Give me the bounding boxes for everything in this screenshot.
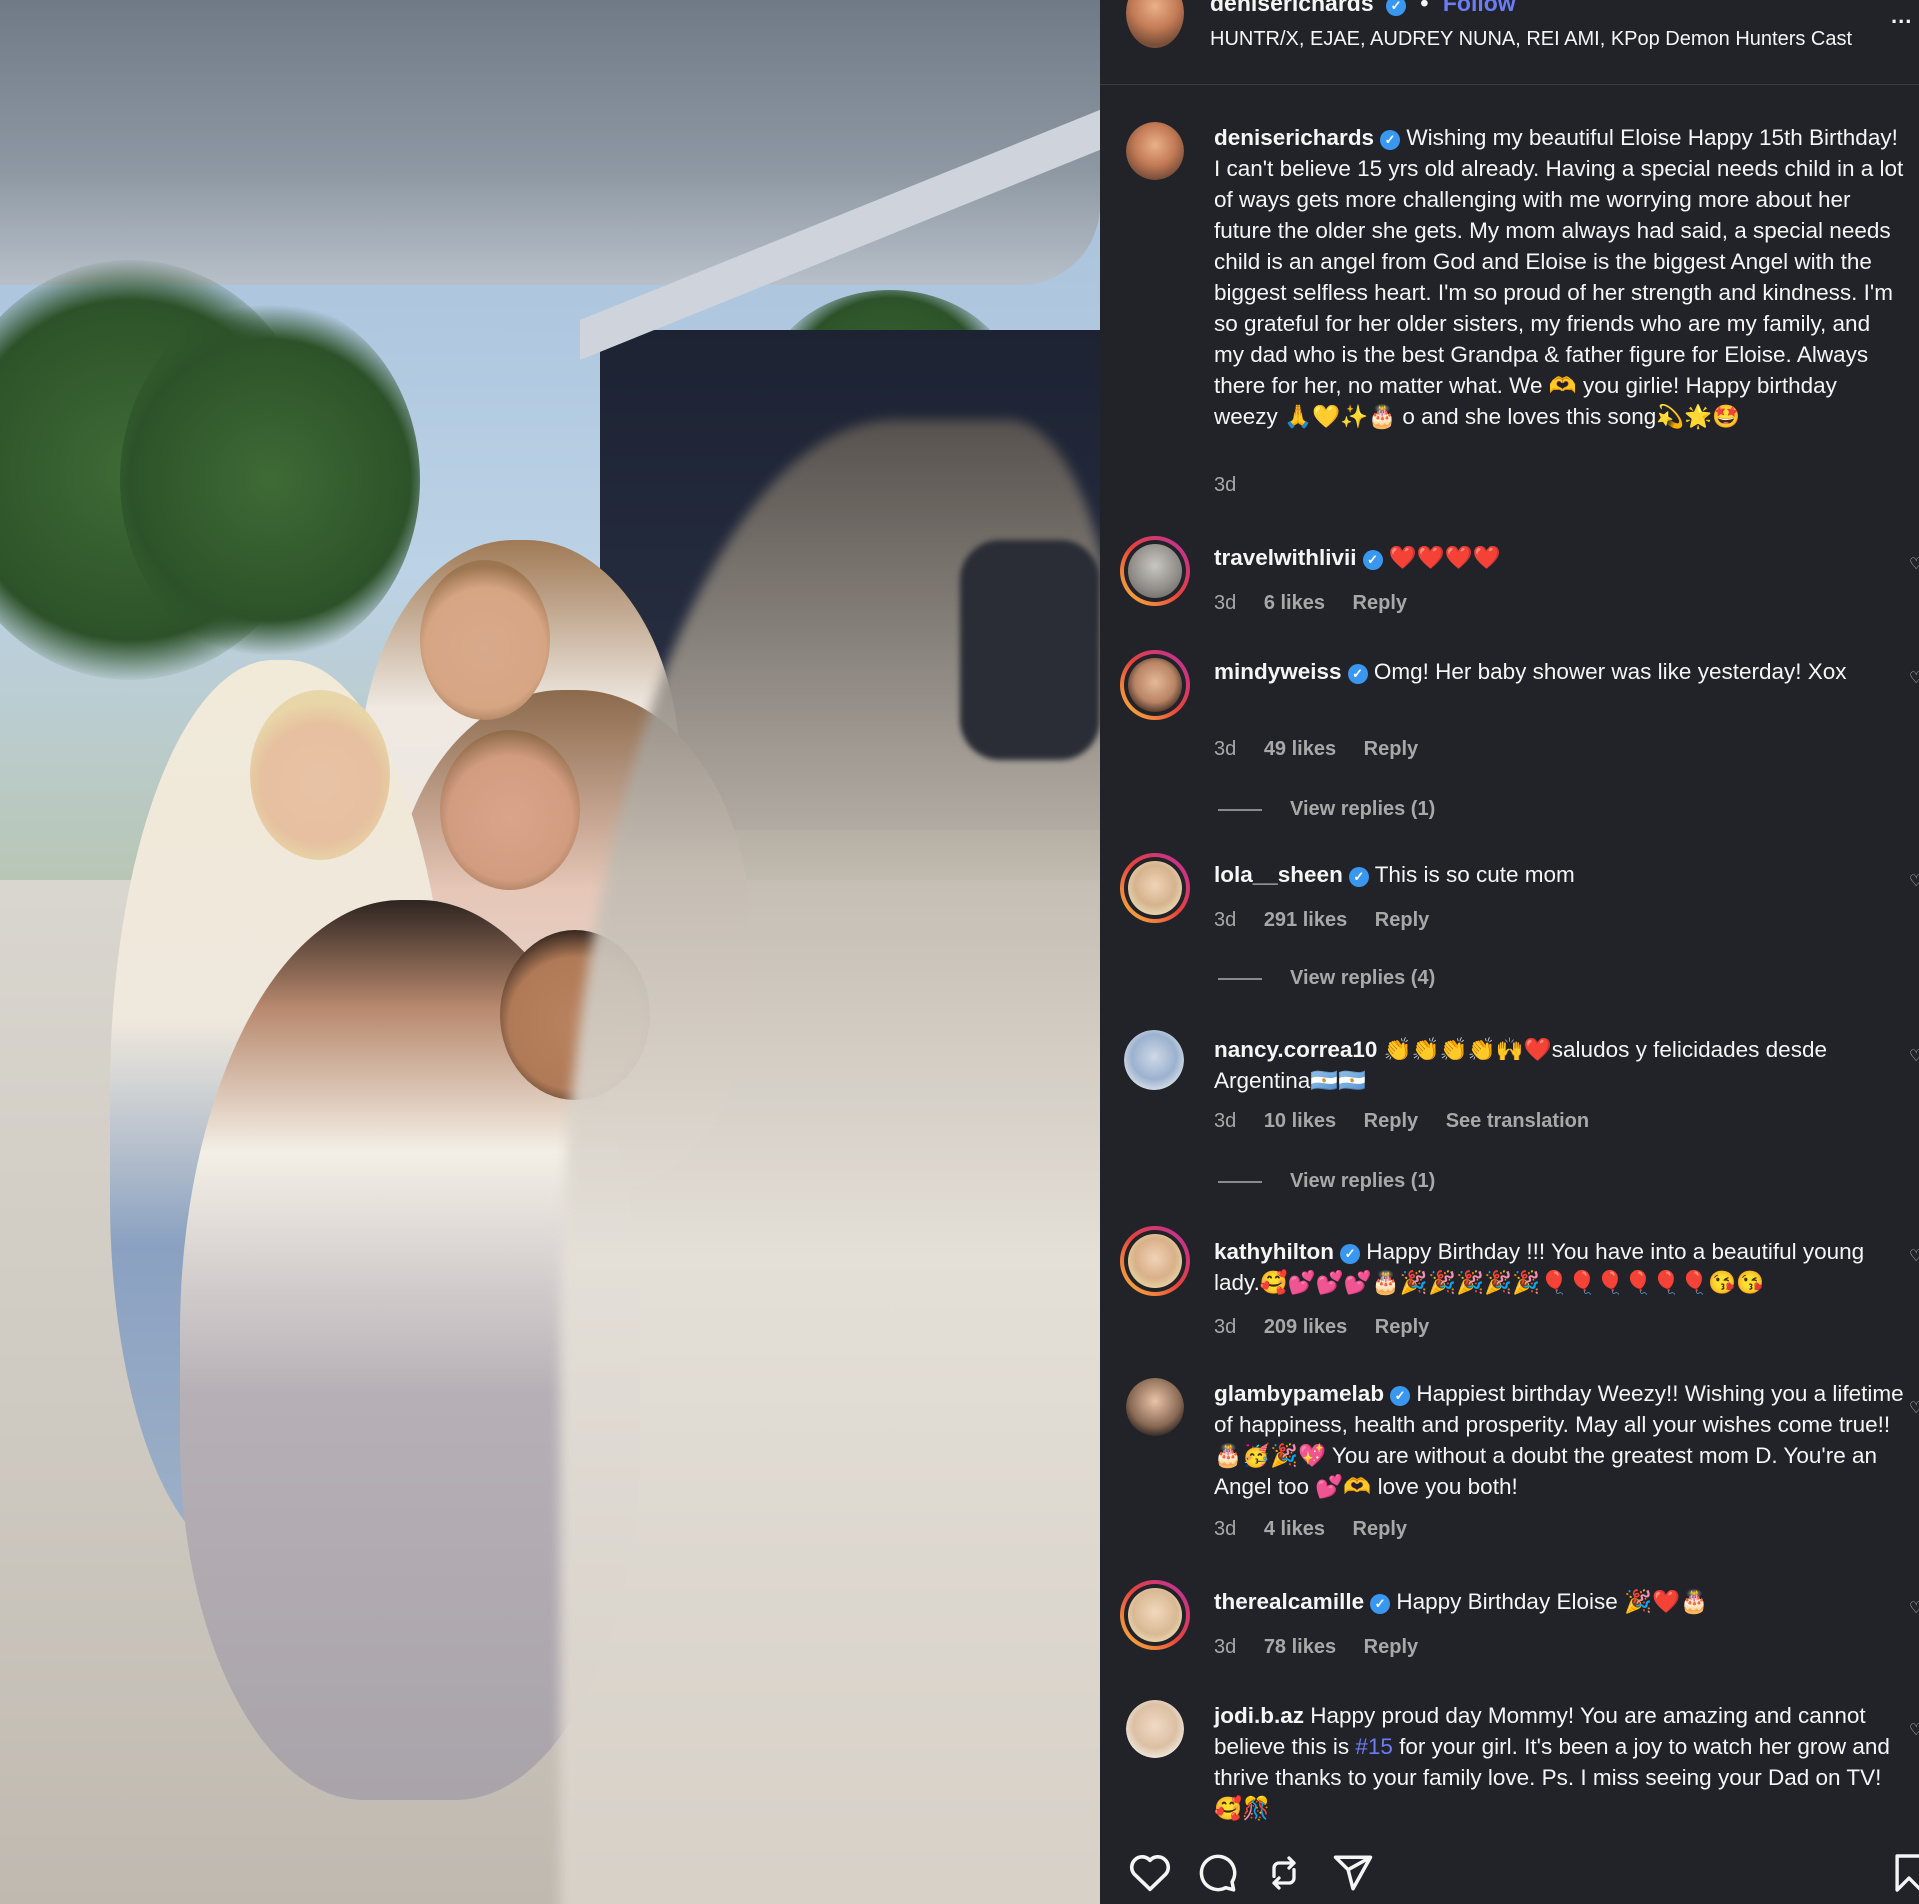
commenter-username[interactable]: lola__sheen [1214,862,1343,887]
caption-avatar[interactable] [1126,122,1184,180]
follow-button[interactable]: Follow [1443,0,1516,16]
heart-icon[interactable]: ♡ [1909,1046,1919,1065]
photo-face [440,730,580,890]
caption-text: Wishing my beautiful Eloise Happy 15th B… [1214,125,1904,429]
post-action-bar [1100,1840,1919,1904]
commenter-avatar[interactable] [1126,1378,1184,1436]
reply-button[interactable]: Reply [1375,1316,1429,1338]
comment-time: 3d [1214,592,1237,614]
heart-icon[interactable]: ♡ [1909,1720,1919,1739]
reply-button[interactable]: Reply [1364,1110,1418,1132]
comment-time: 3d [1214,1518,1237,1540]
heart-icon[interactable]: ♡ [1909,1598,1919,1617]
verified-badge-icon: ✓ [1348,867,1369,887]
commenter-avatar[interactable] [1120,536,1190,606]
more-options-icon[interactable]: ... [1891,4,1919,28]
comment-likes[interactable]: 4 likes [1264,1518,1325,1540]
hashtag-link[interactable]: #15 [1355,1734,1393,1759]
heart-icon[interactable] [1128,1852,1172,1892]
photo-face [420,560,550,720]
comment-text: Omg! Her baby shower was like yesterday!… [1373,659,1847,684]
commenter-username[interactable]: mindyweiss [1214,659,1342,684]
verified-badge-icon: ✓ [1362,550,1383,570]
comment-text: Happy Birthday Eloise 🎉❤️🎂 [1396,1589,1709,1614]
music-attribution[interactable]: HUNTR/X, EJAE, AUDREY NUNA, REI AMI, KPo… [1210,28,1870,51]
heart-icon[interactable]: ♡ [1909,1398,1919,1417]
commenter-avatar[interactable] [1120,1226,1190,1296]
caption-time: 3d [1214,474,1237,496]
comment-likes[interactable]: 291 likes [1264,909,1347,931]
separator-dot: • [1420,0,1429,16]
commenter-username[interactable]: travelwithlivii [1214,545,1357,570]
see-translation-button[interactable]: See translation [1446,1110,1589,1132]
post-photo[interactable] [0,0,1100,1904]
verified-badge-icon: ✓ [1340,1244,1361,1264]
commenter-username[interactable]: kathyhilton [1214,1239,1334,1264]
view-replies-button[interactable]: View replies (1) [1218,1170,1435,1193]
reply-button[interactable]: Reply [1364,738,1418,760]
author-avatar[interactable] [1126,0,1184,48]
comment-time: 3d [1214,1636,1237,1658]
commenter-avatar[interactable] [1120,853,1190,923]
verified-badge-icon: ✓ [1386,0,1407,16]
comment-likes[interactable]: 10 likes [1264,1110,1336,1132]
comment-time: 3d [1214,1316,1237,1338]
comment-text: This is so cute mom [1374,862,1575,887]
heart-icon[interactable]: ♡ [1909,554,1919,573]
view-replies-button[interactable]: View replies (1) [1218,798,1435,821]
comment-time: 3d [1214,1110,1237,1132]
comments-panel: deniserichards ✓ • Follow HUNTR/X, EJAE,… [1100,0,1919,1904]
photo-face [250,690,390,860]
share-icon[interactable] [1332,1852,1374,1894]
comment-likes[interactable]: 78 likes [1264,1636,1336,1658]
commenter-avatar[interactable] [1120,1580,1190,1650]
commenter-username[interactable]: nancy.correa10 [1214,1037,1377,1062]
photo-camera [960,540,1100,760]
reply-button[interactable]: Reply [1364,1636,1418,1658]
verified-badge-icon: ✓ [1380,130,1401,150]
verified-badge-icon: ✓ [1347,664,1368,684]
view-replies-button[interactable]: View replies (4) [1218,967,1435,990]
verified-badge-icon: ✓ [1390,1386,1411,1406]
commenter-username[interactable]: jodi.b.az [1214,1703,1304,1728]
bookmark-icon[interactable] [1892,1852,1919,1894]
caption-username[interactable]: deniserichards [1214,125,1374,150]
repost-icon[interactable] [1264,1852,1304,1894]
commenter-avatar[interactable] [1120,650,1190,720]
reply-button[interactable]: Reply [1353,592,1407,614]
heart-icon[interactable]: ♡ [1909,1246,1919,1265]
verified-badge-icon: ✓ [1370,1594,1391,1614]
comment-icon[interactable] [1196,1852,1238,1894]
author-username[interactable]: deniserichards [1210,0,1374,16]
commenter-avatar[interactable] [1124,1030,1184,1090]
comment-time: 3d [1214,909,1237,931]
commenter-username[interactable]: therealcamille [1214,1589,1364,1614]
reply-button[interactable]: Reply [1353,1518,1407,1540]
comment-time: 3d [1214,738,1237,760]
comment-likes[interactable]: 49 likes [1264,738,1336,760]
commenter-username[interactable]: glambypamelab [1214,1381,1384,1406]
heart-icon[interactable]: ♡ [1909,871,1919,890]
reply-button[interactable]: Reply [1375,909,1429,931]
photo-palm-tree [120,300,420,660]
comment-likes[interactable]: 6 likes [1264,592,1325,614]
post-header: deniserichards ✓ • Follow HUNTR/X, EJAE,… [1100,0,1919,85]
heart-icon[interactable]: ♡ [1909,668,1919,687]
comment-likes[interactable]: 209 likes [1264,1316,1347,1338]
commenter-avatar[interactable] [1126,1700,1184,1758]
comment-text: ❤️❤️❤️❤️ [1388,545,1501,570]
photo-foreground-blur [0,0,1100,285]
